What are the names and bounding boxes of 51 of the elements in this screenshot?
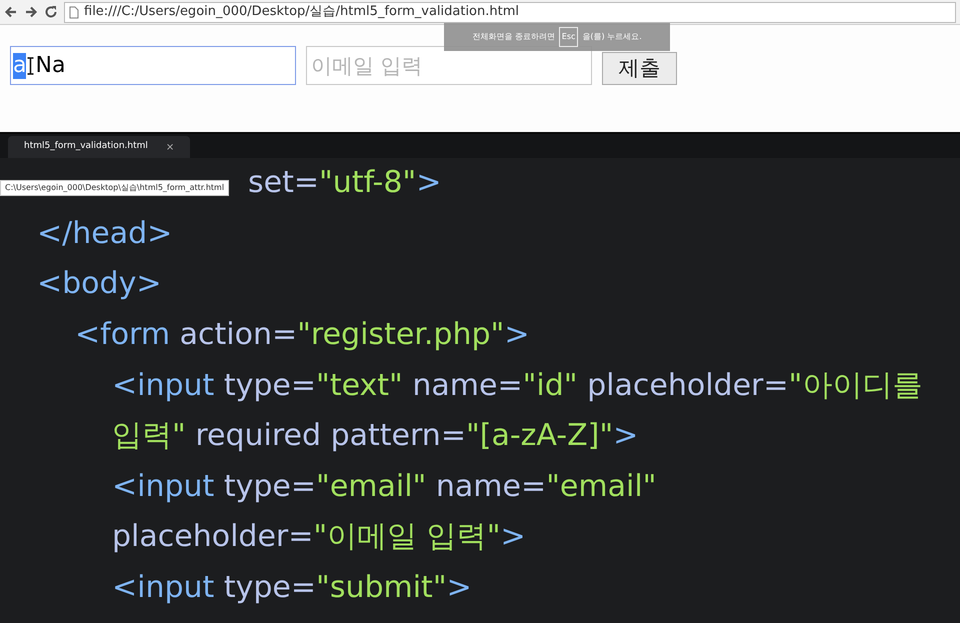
code-token: set= <box>248 168 319 198</box>
code-token: 입력" <box>112 421 186 452</box>
reload-icon[interactable] <box>44 5 58 19</box>
code-token: "utf-8" <box>319 168 416 198</box>
esc-key: Esc <box>558 27 578 47</box>
code-token: > <box>500 522 526 552</box>
id-input-field[interactable]: a Na <box>10 46 296 85</box>
code-token: <form <box>75 320 170 350</box>
code-token: <body> <box>37 269 162 300</box>
code-token: type= <box>222 573 316 604</box>
notice-text: 전체화면을 종료하려면 <box>472 31 555 43</box>
code-token: <input <box>112 370 214 401</box>
code-token: placeholder= <box>586 370 789 401</box>
selected-text: a <box>13 52 26 78</box>
tab-label: html5_form_validation.html <box>24 140 148 154</box>
code-token: "email" <box>546 472 656 502</box>
code-token: "register.php" <box>297 320 504 350</box>
back-icon[interactable] <box>4 5 18 19</box>
code-token: type= <box>222 472 316 502</box>
code-token: "아이디를 <box>788 370 922 401</box>
notice-text: 을(를) 누르세요. <box>582 31 642 43</box>
url-text: file:///C:/Users/egoin_000/Desktop/실습/html5_form_validation.html <box>84 3 519 22</box>
text-cursor-icon <box>27 56 34 74</box>
code-token: name= <box>434 472 546 502</box>
code-token: action= <box>178 320 298 350</box>
submit-button[interactable]: 제출 <box>602 52 677 85</box>
code-token: > <box>416 168 442 198</box>
code-token: </head> <box>37 218 172 249</box>
code-token: > <box>613 421 638 452</box>
input-text: Na <box>35 52 66 78</box>
page-icon <box>69 6 79 18</box>
code-token: "email" <box>316 472 426 502</box>
code-token: <input <box>112 573 214 604</box>
code-token: "id" <box>522 370 578 401</box>
code-token: > <box>504 320 530 350</box>
code-token: name= <box>411 370 523 401</box>
code-token: type= <box>222 370 316 401</box>
code-token: <input <box>112 472 214 502</box>
editor-tab[interactable]: html5_form_validation.html × <box>8 136 190 158</box>
forward-icon[interactable] <box>24 5 38 19</box>
code-token: > <box>446 573 472 604</box>
code-token: placeholder= <box>112 522 314 552</box>
file-path-tooltip: C:\Users\egoin_000\Desktop\실습\html5_form_attr.html <box>0 180 230 196</box>
tab-close[interactable]: × <box>166 140 174 154</box>
code-token: "submit" <box>316 573 447 604</box>
code-token: "[a-zA-Z]" <box>466 421 614 452</box>
code-token: "이메일 입력" <box>313 522 501 552</box>
email-input-field[interactable]: 이메일 입력 <box>306 46 592 85</box>
address-bar[interactable]: file:///C:/Users/egoin_000/Desktop/실습/html5_form_validation.html <box>64 2 956 22</box>
code-token: "text" <box>316 370 403 401</box>
code-token: required pattern= <box>194 421 466 452</box>
